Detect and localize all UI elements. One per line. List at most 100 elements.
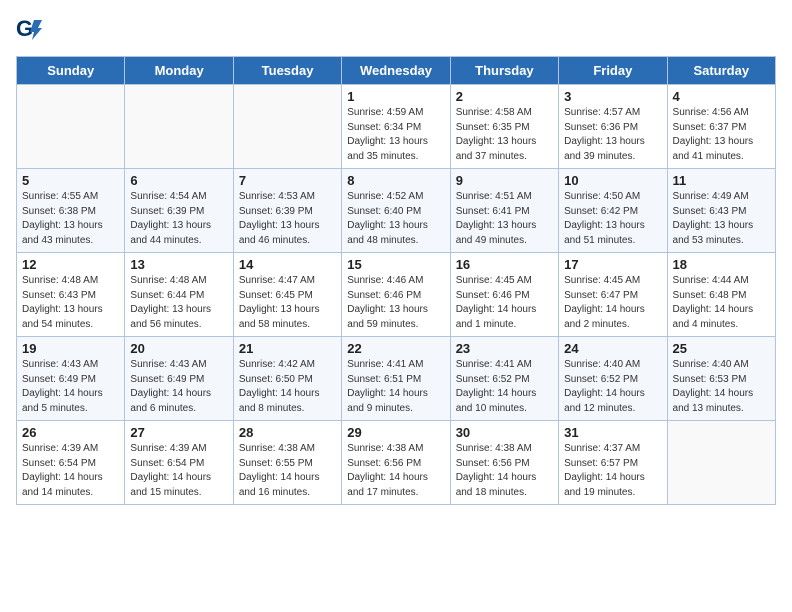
calendar-cell: 17 Sunrise: 4:45 AM Sunset: 6:47 PM Dayli… bbox=[559, 253, 667, 337]
weekday-header: Sunday bbox=[17, 57, 125, 85]
weekday-header: Saturday bbox=[667, 57, 775, 85]
day-number: 2 bbox=[456, 89, 553, 104]
calendar-cell bbox=[233, 85, 341, 169]
weekday-header: Wednesday bbox=[342, 57, 450, 85]
day-number: 10 bbox=[564, 173, 661, 188]
calendar-cell: 29 Sunrise: 4:38 AM Sunset: 6:56 PM Dayli… bbox=[342, 421, 450, 505]
day-number: 28 bbox=[239, 425, 336, 440]
day-number: 8 bbox=[347, 173, 444, 188]
day-number: 30 bbox=[456, 425, 553, 440]
calendar-cell: 25Sunrise: 4:40 AM Sunset: 6:53 PM Dayli… bbox=[667, 337, 775, 421]
calendar-cell: 23Sunrise: 4:41 AM Sunset: 6:52 PM Dayli… bbox=[450, 337, 558, 421]
calendar-week: 26 Sunrise: 4:39 AM Sunset: 6:54 PM Dayli… bbox=[17, 421, 776, 505]
day-number: 20 bbox=[130, 341, 227, 356]
day-number: 1 bbox=[347, 89, 444, 104]
day-info: Sunrise: 4:59 AM Sunset: 6:34 PM Dayligh… bbox=[347, 106, 444, 164]
calendar-cell: 14 Sunrise: 4:47 AM Sunset: 6:45 PM Dayli… bbox=[233, 253, 341, 337]
day-info: Sunrise: 4:39 AM Sunset: 6:54 PM Dayligh… bbox=[22, 442, 119, 500]
day-number: 31 bbox=[564, 425, 661, 440]
day-info: Sunrise: 4:43 AM Sunset: 6:49 PM Dayligh… bbox=[130, 358, 227, 416]
calendar-cell: 1 Sunrise: 4:59 AM Sunset: 6:34 PM Daylig… bbox=[342, 85, 450, 169]
day-info: Sunrise: 4:50 AM Sunset: 6:42 PM Dayligh… bbox=[564, 190, 661, 248]
day-info: Sunrise: 4:52 AM Sunset: 6:40 PM Dayligh… bbox=[347, 190, 444, 248]
day-number: 17 bbox=[564, 257, 661, 272]
calendar-cell: 26 Sunrise: 4:39 AM Sunset: 6:54 PM Dayli… bbox=[17, 421, 125, 505]
day-info: Sunrise: 4:45 AM Sunset: 6:47 PM Dayligh… bbox=[564, 274, 661, 332]
calendar-cell: 15Sunrise: 4:46 AM Sunset: 6:46 PM Dayli… bbox=[342, 253, 450, 337]
svg-text:G: G bbox=[16, 16, 33, 41]
calendar-cell bbox=[667, 421, 775, 505]
calendar-cell: 31Sunrise: 4:37 AM Sunset: 6:57 PM Dayli… bbox=[559, 421, 667, 505]
day-info: Sunrise: 4:49 AM Sunset: 6:43 PM Dayligh… bbox=[673, 190, 770, 248]
weekday-header: Thursday bbox=[450, 57, 558, 85]
day-info: Sunrise: 4:38 AM Sunset: 6:55 PM Dayligh… bbox=[239, 442, 336, 500]
calendar-cell: 13 Sunrise: 4:48 AM Sunset: 6:44 PM Dayli… bbox=[125, 253, 233, 337]
calendar-cell: 3Sunrise: 4:57 AM Sunset: 6:36 PM Daylig… bbox=[559, 85, 667, 169]
calendar-cell: 5Sunrise: 4:55 AM Sunset: 6:38 PM Daylig… bbox=[17, 169, 125, 253]
day-number: 19 bbox=[22, 341, 119, 356]
calendar-cell: 21 Sunrise: 4:42 AM Sunset: 6:50 PM Dayli… bbox=[233, 337, 341, 421]
weekday-header: Tuesday bbox=[233, 57, 341, 85]
calendar-header: SundayMondayTuesdayWednesdayThursdayFrid… bbox=[17, 57, 776, 85]
calendar-week: 1 Sunrise: 4:59 AM Sunset: 6:34 PM Daylig… bbox=[17, 85, 776, 169]
day-info: Sunrise: 4:40 AM Sunset: 6:53 PM Dayligh… bbox=[673, 358, 770, 416]
day-info: Sunrise: 4:54 AM Sunset: 6:39 PM Dayligh… bbox=[130, 190, 227, 248]
calendar-cell: 20 Sunrise: 4:43 AM Sunset: 6:49 PM Dayli… bbox=[125, 337, 233, 421]
calendar-cell: 2 Sunrise: 4:58 AM Sunset: 6:35 PM Daylig… bbox=[450, 85, 558, 169]
day-number: 9 bbox=[456, 173, 553, 188]
calendar-cell: 16 Sunrise: 4:45 AM Sunset: 6:46 PM Dayli… bbox=[450, 253, 558, 337]
day-info: Sunrise: 4:58 AM Sunset: 6:35 PM Dayligh… bbox=[456, 106, 553, 164]
weekday-header: Monday bbox=[125, 57, 233, 85]
day-number: 16 bbox=[456, 257, 553, 272]
page-header: G bbox=[16, 16, 776, 44]
day-info: Sunrise: 4:48 AM Sunset: 6:43 PM Dayligh… bbox=[22, 274, 119, 332]
calendar-cell bbox=[17, 85, 125, 169]
calendar-week: 5Sunrise: 4:55 AM Sunset: 6:38 PM Daylig… bbox=[17, 169, 776, 253]
calendar-cell: 27 Sunrise: 4:39 AM Sunset: 6:54 PM Dayli… bbox=[125, 421, 233, 505]
day-number: 11 bbox=[673, 173, 770, 188]
day-info: Sunrise: 4:45 AM Sunset: 6:46 PM Dayligh… bbox=[456, 274, 553, 332]
calendar-cell: 8 Sunrise: 4:52 AM Sunset: 6:40 PM Daylig… bbox=[342, 169, 450, 253]
day-info: Sunrise: 4:56 AM Sunset: 6:37 PM Dayligh… bbox=[673, 106, 770, 164]
day-info: Sunrise: 4:57 AM Sunset: 6:36 PM Dayligh… bbox=[564, 106, 661, 164]
calendar-cell: 11 Sunrise: 4:49 AM Sunset: 6:43 PM Dayli… bbox=[667, 169, 775, 253]
day-info: Sunrise: 4:48 AM Sunset: 6:44 PM Dayligh… bbox=[130, 274, 227, 332]
calendar-cell: 28 Sunrise: 4:38 AM Sunset: 6:55 PM Dayli… bbox=[233, 421, 341, 505]
day-number: 22 bbox=[347, 341, 444, 356]
day-info: Sunrise: 4:39 AM Sunset: 6:54 PM Dayligh… bbox=[130, 442, 227, 500]
day-number: 14 bbox=[239, 257, 336, 272]
day-info: Sunrise: 4:47 AM Sunset: 6:45 PM Dayligh… bbox=[239, 274, 336, 332]
calendar-cell: 22Sunrise: 4:41 AM Sunset: 6:51 PM Dayli… bbox=[342, 337, 450, 421]
day-info: Sunrise: 4:38 AM Sunset: 6:56 PM Dayligh… bbox=[347, 442, 444, 500]
day-number: 12 bbox=[22, 257, 119, 272]
calendar-cell: 4 Sunrise: 4:56 AM Sunset: 6:37 PM Daylig… bbox=[667, 85, 775, 169]
day-number: 4 bbox=[673, 89, 770, 104]
day-number: 29 bbox=[347, 425, 444, 440]
day-info: Sunrise: 4:51 AM Sunset: 6:41 PM Dayligh… bbox=[456, 190, 553, 248]
calendar-cell: 18 Sunrise: 4:44 AM Sunset: 6:48 PM Dayli… bbox=[667, 253, 775, 337]
day-number: 18 bbox=[673, 257, 770, 272]
day-number: 21 bbox=[239, 341, 336, 356]
weekday-header: Friday bbox=[559, 57, 667, 85]
day-number: 27 bbox=[130, 425, 227, 440]
day-number: 26 bbox=[22, 425, 119, 440]
day-number: 15 bbox=[347, 257, 444, 272]
day-number: 6 bbox=[130, 173, 227, 188]
day-number: 5 bbox=[22, 173, 119, 188]
calendar-cell: 6 Sunrise: 4:54 AM Sunset: 6:39 PM Daylig… bbox=[125, 169, 233, 253]
calendar-cell: 12 Sunrise: 4:48 AM Sunset: 6:43 PM Dayli… bbox=[17, 253, 125, 337]
day-info: Sunrise: 4:42 AM Sunset: 6:50 PM Dayligh… bbox=[239, 358, 336, 416]
calendar-cell: 10 Sunrise: 4:50 AM Sunset: 6:42 PM Dayli… bbox=[559, 169, 667, 253]
logo-icon: G bbox=[16, 16, 44, 44]
logo: G bbox=[16, 16, 46, 44]
day-info: Sunrise: 4:38 AM Sunset: 6:56 PM Dayligh… bbox=[456, 442, 553, 500]
day-info: Sunrise: 4:40 AM Sunset: 6:52 PM Dayligh… bbox=[564, 358, 661, 416]
day-number: 7 bbox=[239, 173, 336, 188]
day-number: 24 bbox=[564, 341, 661, 356]
day-info: Sunrise: 4:44 AM Sunset: 6:48 PM Dayligh… bbox=[673, 274, 770, 332]
day-info: Sunrise: 4:43 AM Sunset: 6:49 PM Dayligh… bbox=[22, 358, 119, 416]
calendar-cell: 7Sunrise: 4:53 AM Sunset: 6:39 PM Daylig… bbox=[233, 169, 341, 253]
day-number: 13 bbox=[130, 257, 227, 272]
calendar-cell: 30 Sunrise: 4:38 AM Sunset: 6:56 PM Dayli… bbox=[450, 421, 558, 505]
calendar-cell: 19 Sunrise: 4:43 AM Sunset: 6:49 PM Dayli… bbox=[17, 337, 125, 421]
